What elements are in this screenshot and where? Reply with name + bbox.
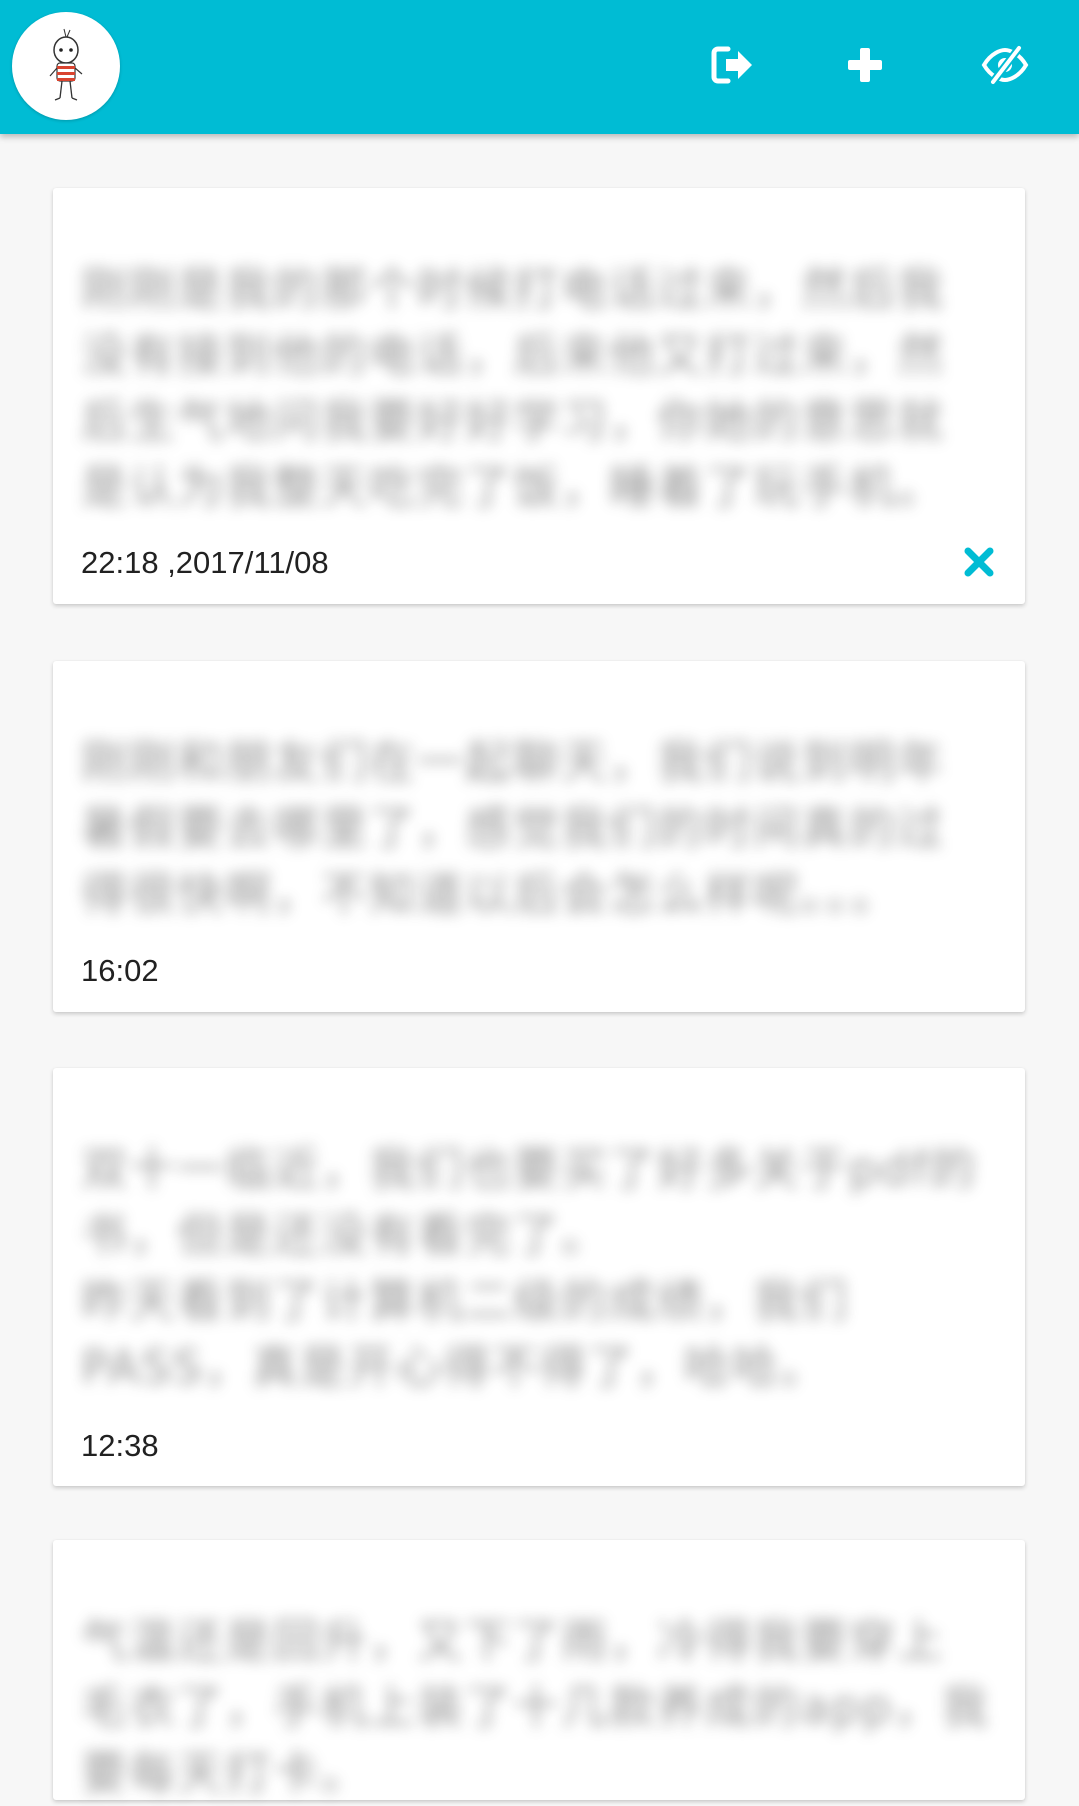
diary-entry-card[interactable]: 刚刚和朋友们在一起聊天，我们说到明年暑假要去哪里了，感觉我们的时间真的过得很快啊… (53, 661, 1025, 1012)
entry-timestamp: 22:18 ,2017/11/08 (81, 545, 329, 580)
toggle-visibility-button[interactable] (970, 30, 1040, 100)
entry-text: 气温还是回升，又下了雨，冷得我要穿上毛衣了，手机上装了十几款养成的app，我要每… (81, 1614, 990, 1800)
diary-entry-card[interactable]: 气温还是回升，又下了雨，冷得我要穿上毛衣了，手机上装了十几款养成的app，我要每… (53, 1540, 1025, 1800)
logout-icon (711, 46, 752, 84)
avatar[interactable] (12, 12, 120, 120)
entry-timestamp: 16:02 (81, 953, 159, 988)
delete-entry-button[interactable] (959, 542, 999, 582)
diary-entry-card[interactable]: 双十一临近，我们也要买了好多关于pdf的书，但是还没有看完了。 昨天看到了计算机… (53, 1068, 1025, 1486)
add-entry-button[interactable] (830, 30, 900, 100)
diary-entry-card[interactable]: 刚刚是我的那个时候打电话过来，然后我没有接到他的电话，后来他又打过来，然后生气地… (53, 188, 1025, 604)
entry-text: 刚刚是我的那个时候打电话过来，然后我没有接到他的电话，后来他又打过来，然后生气地… (81, 262, 945, 514)
cartoon-figure-avatar-icon (49, 28, 83, 101)
add-icon (848, 48, 882, 82)
eye-slash-icon (981, 45, 1029, 85)
entry-text: 双十一临近，我们也要买了好多关于pdf的书，但是还没有看完了。 昨天看到了计算机… (81, 1142, 978, 1394)
entry-timestamp: 12:38 (81, 1428, 159, 1463)
close-icon (964, 547, 994, 577)
logout-button[interactable] (697, 30, 767, 100)
app-bar (0, 0, 1079, 134)
entry-text: 刚刚和朋友们在一起聊天，我们说到明年暑假要去哪里了，感觉我们的时间真的过得很快啊… (81, 735, 945, 921)
